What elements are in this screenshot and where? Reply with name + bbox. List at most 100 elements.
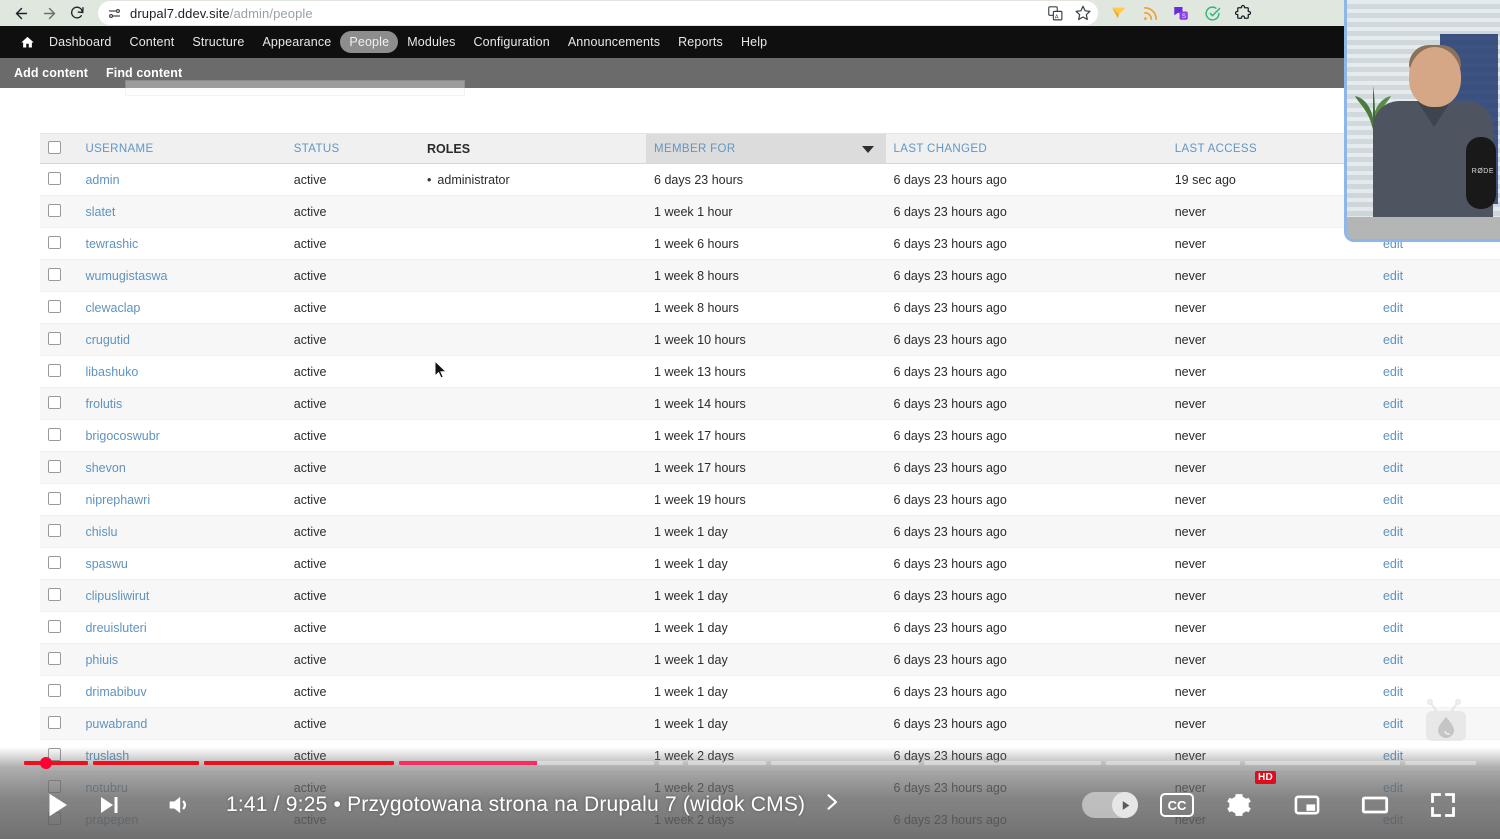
gear-icon[interactable]: HD xyxy=(1216,771,1276,828)
cell-operations-value[interactable]: edit xyxy=(1383,429,1403,443)
col-header-member-for[interactable]: MEMBER FOR xyxy=(646,133,886,164)
cell-username-value[interactable]: brigocoswubr xyxy=(85,429,159,443)
admin-menu-modules[interactable]: Modules xyxy=(398,31,464,53)
col-header-username[interactable]: USERNAME xyxy=(77,133,286,164)
admin-menu-people[interactable]: People xyxy=(340,31,399,53)
admin-menu-content[interactable]: Content xyxy=(121,31,184,53)
yandex-mail-icon[interactable] xyxy=(1110,4,1128,22)
col-header-status[interactable]: STATUS xyxy=(285,133,420,164)
shortcut-add-content[interactable]: Add content xyxy=(14,66,88,80)
cell-last-changed-value: 6 days 23 hours ago xyxy=(893,748,1007,763)
row-checkbox[interactable] xyxy=(48,299,61,313)
row-checkbox[interactable] xyxy=(48,267,61,281)
row-checkbox[interactable] xyxy=(48,587,61,601)
forward-arrow-icon[interactable] xyxy=(36,2,62,24)
cell-operations-value[interactable]: edit xyxy=(1383,685,1403,699)
cell-last-access: never xyxy=(1166,451,1375,484)
cell-username-value[interactable]: crugutid xyxy=(85,333,129,347)
cell-username-value[interactable]: slatet xyxy=(85,205,115,219)
cell-username-value[interactable]: chislu xyxy=(85,525,117,539)
cell-operations-value[interactable]: edit xyxy=(1383,333,1403,347)
cell-username-value[interactable]: libashuko xyxy=(85,365,138,379)
cell-member-for-value: 1 week 17 hours xyxy=(654,428,746,443)
cell-username-value[interactable]: wumugistaswa xyxy=(85,269,167,283)
address-bar[interactable]: drupal7.ddev.site/admin/people A xyxy=(98,1,1098,25)
cell-operations-value[interactable]: edit xyxy=(1383,493,1403,507)
cell-operations-value[interactable]: edit xyxy=(1383,557,1403,571)
cell-username-value[interactable]: shevon xyxy=(85,461,125,475)
theater-mode-icon[interactable] xyxy=(1352,782,1398,828)
cell-username-value[interactable]: truslash xyxy=(85,749,129,763)
cell-operations-value[interactable]: edit xyxy=(1383,461,1403,475)
cell-operations-value[interactable]: edit xyxy=(1383,365,1403,379)
row-checkbox[interactable] xyxy=(48,363,61,377)
row-checkbox[interactable] xyxy=(48,651,61,665)
fullscreen-icon[interactable] xyxy=(1420,782,1466,828)
col-header-last-changed[interactable]: LAST CHANGED xyxy=(885,133,1167,164)
rss-feed-icon[interactable] xyxy=(1141,4,1159,22)
translate-icon[interactable]: A xyxy=(1046,4,1064,22)
next-video-icon[interactable] xyxy=(86,782,132,828)
row-checkbox[interactable] xyxy=(48,491,61,505)
admin-menu-configuration[interactable]: Configuration xyxy=(465,31,559,53)
filter-input-remnant[interactable] xyxy=(125,80,465,96)
home-icon[interactable] xyxy=(14,35,40,50)
cell-username-value[interactable]: clipusliwirut xyxy=(85,589,149,603)
shortcut-find-content[interactable]: Find content xyxy=(106,66,182,80)
row-checkbox[interactable] xyxy=(48,747,61,761)
cell-username-value[interactable]: phiuis xyxy=(85,653,118,667)
row-checkbox[interactable] xyxy=(48,683,61,697)
row-checkbox[interactable] xyxy=(48,619,61,633)
row-checkbox[interactable] xyxy=(48,459,61,473)
cell-username-value[interactable]: puwabrand xyxy=(85,717,147,731)
cell-username-value[interactable]: admin xyxy=(85,173,119,187)
miniplayer-icon[interactable] xyxy=(1284,782,1330,828)
cell-operations-value[interactable]: edit xyxy=(1383,749,1403,763)
select-all-checkbox[interactable] xyxy=(48,140,61,154)
cell-username-value[interactable]: spaswu xyxy=(85,557,127,571)
cell-operations-value[interactable]: edit xyxy=(1383,717,1403,731)
subtitles-cc-button[interactable]: CC xyxy=(1160,793,1194,817)
puzzle-extensions-icon[interactable] xyxy=(1234,4,1252,22)
cell-operations-value[interactable]: edit xyxy=(1383,525,1403,539)
row-checkbox[interactable] xyxy=(48,235,61,249)
row-select-cell xyxy=(40,739,78,772)
row-checkbox[interactable] xyxy=(48,523,61,537)
admin-menu-dashboard[interactable]: Dashboard xyxy=(40,31,121,53)
back-arrow-icon[interactable] xyxy=(8,2,34,24)
admin-menu-structure[interactable]: Structure xyxy=(183,31,253,53)
row-checkbox[interactable] xyxy=(48,331,61,345)
cell-operations-value[interactable]: edit xyxy=(1383,653,1403,667)
admin-menu-appearance[interactable]: Appearance xyxy=(253,31,340,53)
reload-icon[interactable] xyxy=(64,2,90,24)
admin-menu-announcements[interactable]: Announcements xyxy=(559,31,669,53)
clock-check-icon[interactable] xyxy=(1203,4,1221,22)
cell-operations-value[interactable]: edit xyxy=(1383,301,1403,315)
star-icon[interactable] xyxy=(1074,4,1092,22)
admin-menu-reports[interactable]: Reports xyxy=(669,31,732,53)
bookmark-stack-icon[interactable]: S xyxy=(1172,4,1190,22)
cell-operations-value[interactable]: edit xyxy=(1383,589,1403,603)
row-checkbox[interactable] xyxy=(48,171,61,185)
cell-username-value[interactable]: drimabibuv xyxy=(85,685,146,699)
autoplay-toggle[interactable] xyxy=(1082,792,1138,818)
cell-username-value[interactable]: tewrashic xyxy=(85,237,138,251)
chevron-right-icon[interactable] xyxy=(821,789,841,822)
drupal-droplet-channel-watermark[interactable] xyxy=(1418,698,1474,743)
cell-username-value[interactable]: frolutis xyxy=(85,397,122,411)
cell-username-value[interactable]: dreuisluteri xyxy=(85,621,146,635)
cell-operations-value[interactable]: edit xyxy=(1383,397,1403,411)
row-checkbox[interactable] xyxy=(48,427,61,441)
row-checkbox[interactable] xyxy=(48,203,61,217)
play-icon[interactable] xyxy=(34,782,80,828)
row-checkbox[interactable] xyxy=(48,395,61,409)
row-checkbox[interactable] xyxy=(48,715,61,729)
cell-operations-value[interactable]: edit xyxy=(1383,269,1403,283)
cell-username-value[interactable]: clewaclap xyxy=(85,301,140,315)
row-checkbox[interactable] xyxy=(48,555,61,569)
cell-username-value[interactable]: niprephawri xyxy=(85,493,150,507)
cell-operations-value[interactable]: edit xyxy=(1383,621,1403,635)
volume-icon[interactable] xyxy=(156,782,202,828)
site-settings-icon[interactable] xyxy=(106,5,122,21)
admin-menu-help[interactable]: Help xyxy=(732,31,776,53)
